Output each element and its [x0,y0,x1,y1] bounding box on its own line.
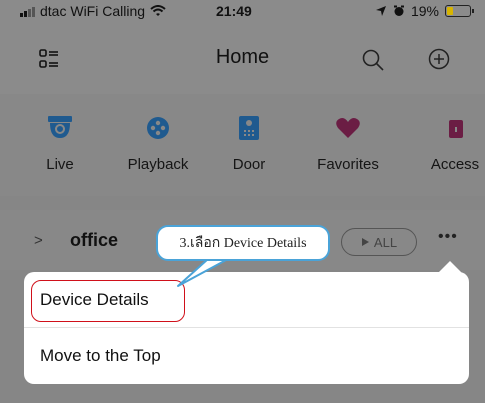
heart-icon [336,118,360,138]
status-time: 21:49 [216,3,252,19]
menu-item-move-to-top[interactable]: Move to the Top [24,328,469,384]
annotation-highlight-ring [31,280,185,322]
more-options-icon[interactable]: ••• [438,228,458,246]
door-icon [239,116,259,140]
playback-icon [147,117,169,139]
shortcut-label: Live [46,156,74,173]
shortcut-door[interactable]: Door [199,114,299,173]
battery-percent: 19% [410,3,439,19]
shortcut-label: Playback [127,156,189,173]
shortcut-label: Favorites [317,156,379,173]
play-icon [361,238,369,246]
alarm-icon [393,5,404,16]
location-icon [375,6,386,16]
annotation-callout: 3.เลือก Device Details [156,225,330,261]
annotation-text: 3.เลือก Device Details [179,236,307,251]
shortcut-favorites[interactable]: Favorites [298,114,398,173]
shortcut-access[interactable]: Access [405,114,485,173]
signal-icon [20,6,35,17]
wifi-icon [150,5,166,16]
search-icon[interactable] [361,48,385,72]
shortcut-bar: Live Playback Door Favorites Access [0,94,485,196]
page-title: Home [215,46,270,68]
play-all-label: ALL [373,234,398,250]
status-right: 19% [375,3,474,19]
shortcut-live[interactable]: Live [10,114,110,173]
group-name: office [70,230,119,250]
chevron-right-icon: > [34,232,43,249]
carrier-info: dtac WiFi Calling [20,3,166,19]
shortcut-label: Door [232,156,266,173]
nav-bar: Home [0,22,485,94]
battery-icon [445,5,474,17]
carrier-label: dtac WiFi Calling [40,3,146,19]
camera-icon [48,116,72,138]
play-all-button[interactable]: ALL [341,228,417,256]
add-icon[interactable] [428,48,450,70]
access-icon [449,120,463,138]
shortcut-label: Access [430,156,480,173]
status-bar: dtac WiFi Calling 21:49 19% [0,0,485,22]
menu-item-label: Move to the Top [40,346,161,365]
shortcut-playback[interactable]: Playback [108,114,208,173]
